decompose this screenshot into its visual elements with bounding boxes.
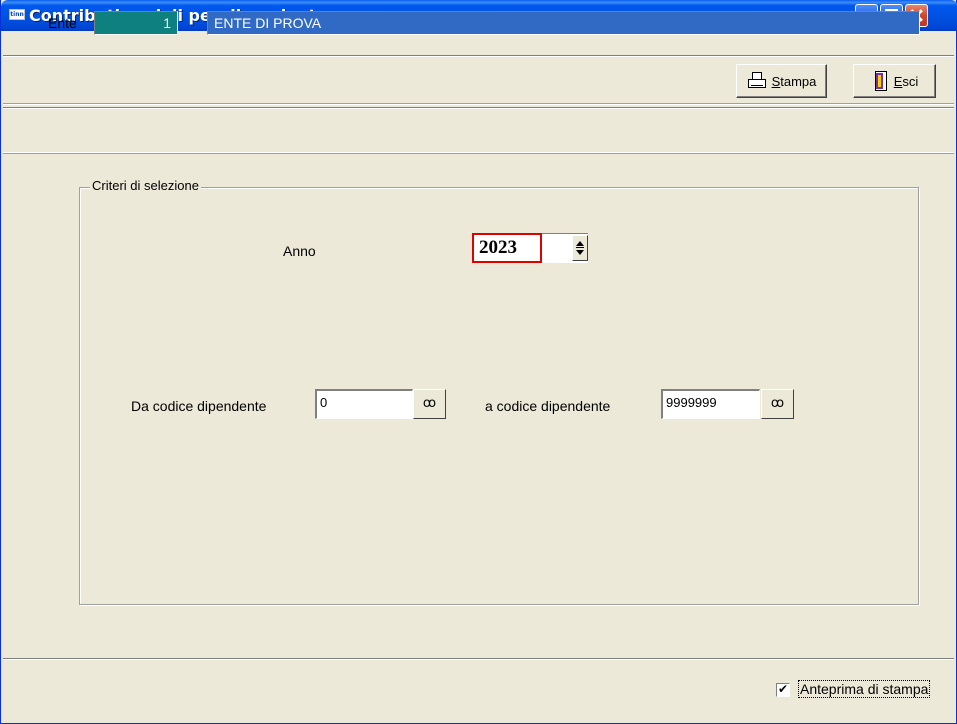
da-codice-label: Da codice dipendente	[131, 398, 267, 414]
stampa-label: Stampa	[771, 73, 817, 89]
esci-label: Esci	[893, 73, 919, 89]
a-codice-input[interactable]: 9999999	[661, 389, 760, 419]
anno-input[interactable]: 2023	[472, 233, 542, 263]
criteria-legend: Criteri di selezione	[90, 178, 201, 193]
stampa-button[interactable]: Stampa	[736, 64, 827, 98]
da-codice-lookup-button[interactable]: ꝏ	[413, 389, 446, 419]
app-icon: tinn	[9, 9, 25, 20]
spin-down-icon[interactable]	[576, 250, 584, 255]
spin-up-icon[interactable]	[576, 241, 584, 246]
esci-button[interactable]: Esci	[853, 64, 936, 98]
a-codice-label: a codice dipendente	[485, 398, 611, 414]
ente-row	[3, 107, 954, 154]
da-codice-input[interactable]: 0	[315, 389, 413, 419]
printer-icon	[747, 72, 767, 90]
anno-spinner[interactable]	[572, 235, 588, 261]
ente-label: Ente	[48, 15, 77, 31]
ente-name-field: ENTE DI PROVA	[207, 11, 920, 35]
exit-door-icon	[871, 70, 889, 92]
anteprima-label[interactable]: Anteprima di stampa	[798, 680, 931, 698]
glasses-icon: ꝏ	[422, 396, 437, 411]
glasses-icon: ꝏ	[770, 396, 785, 411]
toolbar: Stampa Esci	[3, 55, 954, 105]
anteprima-checkbox[interactable]: ✔	[776, 683, 790, 697]
anno-label: Anno	[283, 243, 316, 259]
app-window: tinn Contributi sociali per dipendente S…	[0, 0, 957, 724]
ente-code-field[interactable]: 1	[94, 11, 178, 35]
a-codice-lookup-button[interactable]: ꝏ	[761, 389, 794, 419]
